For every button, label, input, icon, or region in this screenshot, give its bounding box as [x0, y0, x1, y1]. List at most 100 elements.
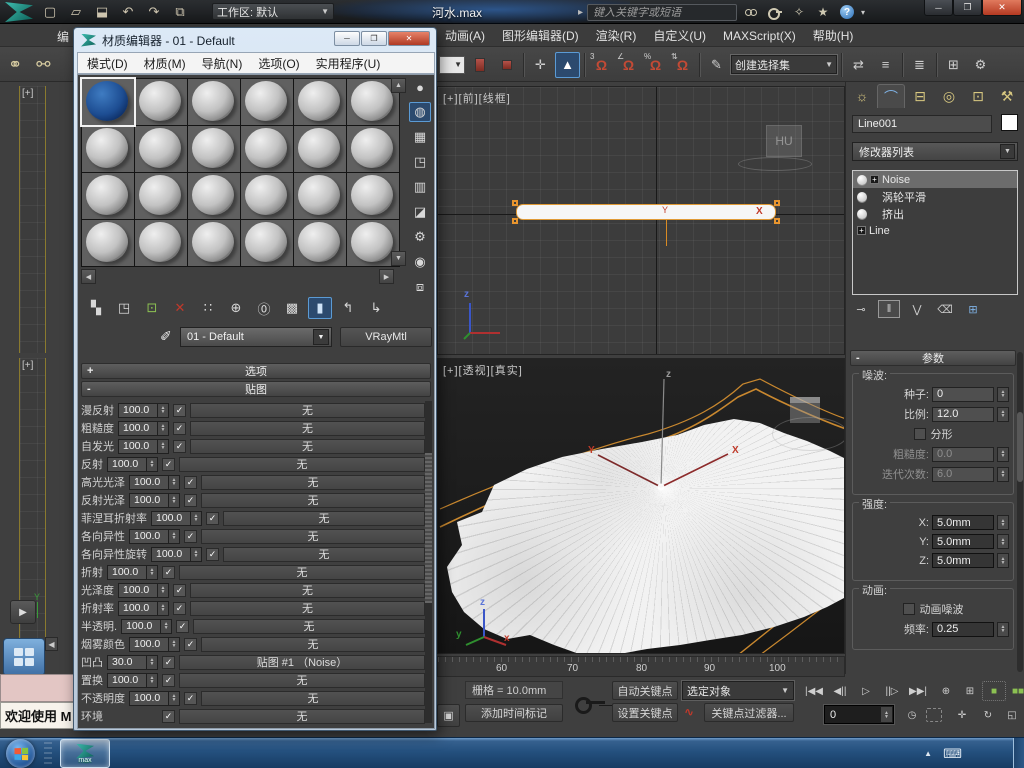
go-to-start-icon[interactable]: |◀◀	[802, 681, 826, 701]
menu-item[interactable]: 选项(O)	[258, 55, 299, 72]
mirror-icon[interactable]: ⇄	[846, 52, 871, 78]
timeline-ruler[interactable]: 60 70 80 90 100	[437, 656, 845, 677]
map-slot-button[interactable]: 无	[190, 402, 425, 418]
add-time-tag-button[interactable]: 添加时间标记	[465, 704, 563, 722]
backlight-icon[interactable]: ◍	[409, 102, 431, 122]
align-icon[interactable]: ≡	[873, 52, 898, 78]
layer-chip2-icon[interactable]	[494, 52, 519, 78]
graphite-ribbon-icon[interactable]: ⊞	[941, 52, 966, 78]
show-map-in-viewport-icon[interactable]: ▩	[280, 297, 304, 319]
material-sample-slot[interactable]	[135, 173, 187, 219]
percent-snap-icon[interactable]: % Ω	[643, 52, 668, 78]
taskbar-3dsmax-button[interactable]: max	[60, 739, 110, 768]
strength-x-field[interactable]: 5.0mm	[932, 515, 994, 530]
map-slot-button[interactable]: 无	[201, 636, 425, 652]
tab-create-icon[interactable]: ☼	[848, 84, 876, 108]
map-amount-spinner[interactable]: 100.0 ▲ ▼	[129, 474, 180, 490]
workspace-dropdown[interactable]: 工作区: 默认 ▼	[212, 3, 334, 20]
tab-display-icon[interactable]: ⊡	[964, 84, 992, 108]
left-viewport-sliver-top[interactable]: [+]	[19, 86, 46, 353]
map-slot-button[interactable]: 无	[223, 546, 425, 562]
sample-uv-tiling-icon[interactable]: ◳	[409, 152, 431, 172]
maximize-button[interactable]: ❐	[953, 0, 982, 16]
menu-item[interactable]: 实用程序(U)	[316, 55, 381, 72]
search-icon[interactable]	[741, 3, 761, 21]
snap-toggle-3d-icon[interactable]: 3Ω	[589, 52, 614, 78]
map-enable-checkbox[interactable]	[176, 619, 190, 633]
selection-filter-dropdown[interactable]: 选定对象 ▼	[681, 680, 795, 701]
map-slot-button[interactable]: 无	[179, 456, 425, 472]
named-selection-edit-icon[interactable]: ✎	[704, 52, 729, 78]
material-sample-slot[interactable]	[347, 173, 399, 219]
slots-scroll-right-icon[interactable]: ▶	[379, 269, 394, 284]
key-icon[interactable]	[765, 3, 785, 21]
material-sample-slot[interactable]	[294, 173, 346, 219]
map-slot-button[interactable]: 无	[201, 492, 425, 508]
select-and-move-icon[interactable]: ✛	[528, 52, 553, 78]
expand-icon[interactable]: +	[857, 226, 866, 235]
layer-chip-icon[interactable]	[467, 52, 492, 78]
3dsmax-app-logo-icon[interactable]	[5, 2, 33, 22]
modifier-stack-row[interactable]: + Noise	[853, 171, 1017, 188]
roughness-spinner[interactable]: ▲ ▼	[997, 446, 1009, 462]
animate-noise-checkbox[interactable]	[902, 603, 915, 615]
fractal-checkbox[interactable]	[913, 428, 926, 440]
material-sample-slot[interactable]	[294, 220, 346, 266]
strength-z-field[interactable]: 5.0mm	[932, 553, 994, 568]
show-desktop-button[interactable]	[1013, 738, 1024, 768]
viewport-menu-label[interactable]: [+]	[22, 360, 33, 371]
material-type-button[interactable]: VRayMtl	[340, 327, 432, 347]
background-icon[interactable]: ▦	[409, 127, 431, 147]
slots-scroll-left-icon[interactable]: ◀	[81, 269, 96, 284]
material-name-dropdown[interactable]: 01 - Default ▼	[180, 327, 332, 347]
play-animation-icon[interactable]: ▷	[854, 681, 878, 701]
strength-x-spinner[interactable]: ▲ ▼	[997, 515, 1009, 530]
object-color-swatch[interactable]	[1001, 114, 1018, 131]
material-sample-slot[interactable]	[135, 126, 187, 172]
help-chevron-icon[interactable]: ▾	[861, 8, 865, 17]
map-enable-checkbox[interactable]	[162, 673, 175, 687]
material-map-navigator-icon[interactable]: ⧈	[409, 277, 431, 297]
menu-item[interactable]: 模式(D)	[87, 55, 128, 72]
map-enable-checkbox[interactable]	[184, 493, 197, 507]
map-amount-spinner[interactable]: 100.0 ▲ ▼	[118, 420, 169, 436]
collapse-tray-icon[interactable]: ◀	[45, 637, 58, 651]
go-to-parent-icon[interactable]: ↰	[336, 297, 360, 319]
map-enable-checkbox[interactable]	[184, 529, 197, 543]
strength-z-spinner[interactable]: ▲ ▼	[997, 553, 1009, 568]
auto-key-button[interactable]: 自动关键点	[612, 681, 678, 700]
assign-to-selection-icon[interactable]: ⊡	[140, 297, 164, 319]
seed-spinner[interactable]: ▲ ▼	[997, 386, 1009, 402]
favorites-star-icon[interactable]: ★	[813, 3, 833, 21]
modifier-stack-row[interactable]: + 涡轮平滑	[853, 188, 1017, 205]
unlink-selection-icon[interactable]: ⚯	[36, 55, 50, 75]
open-file-icon[interactable]: ▱	[66, 3, 86, 21]
material-sample-slot[interactable]	[188, 220, 240, 266]
render-setup-icon[interactable]: ⚙	[968, 52, 993, 78]
map-slot-button[interactable]: 无	[179, 564, 425, 580]
modifier-enable-bulb-icon[interactable]	[857, 174, 867, 185]
redo-icon[interactable]: ↷	[144, 3, 164, 21]
menu-item[interactable]: 材质(M)	[144, 55, 186, 72]
slots-scroll-up-icon[interactable]: ▲	[391, 78, 406, 93]
strength-y-spinner[interactable]: ▲ ▼	[997, 534, 1009, 549]
map-amount-spinner[interactable]: 100.0 ▲ ▼	[107, 564, 158, 580]
save-file-icon[interactable]: ⬓	[92, 3, 112, 21]
viewport-front-label[interactable]: [+][前][线框]	[443, 90, 511, 106]
material-sample-slot[interactable]	[241, 126, 293, 172]
restore-button[interactable]: ❐	[361, 31, 387, 46]
tab-motion-icon[interactable]: ◎	[935, 84, 963, 108]
viewport-menu-label[interactable]: [+]	[22, 88, 33, 99]
select-by-material-icon[interactable]: ◉	[409, 252, 431, 272]
material-sample-slot[interactable]	[80, 77, 136, 127]
object-name-field[interactable]: Line001	[852, 115, 992, 133]
menu-edit-partial[interactable]: 编	[57, 28, 69, 45]
command-panel-scrollbar[interactable]	[1017, 352, 1023, 672]
expand-icon[interactable]: +	[870, 175, 879, 184]
current-frame-field[interactable]: 0 ▲ ▼	[823, 704, 895, 725]
frequency-spinner[interactable]: ▲ ▼	[997, 621, 1009, 637]
map-amount-spinner[interactable]: 100.0 ▲ ▼	[129, 492, 180, 508]
material-sample-slot[interactable]	[241, 220, 293, 266]
go-to-end-icon[interactable]: ▶▶|	[906, 681, 930, 701]
map-enable-checkbox[interactable]	[173, 601, 186, 615]
